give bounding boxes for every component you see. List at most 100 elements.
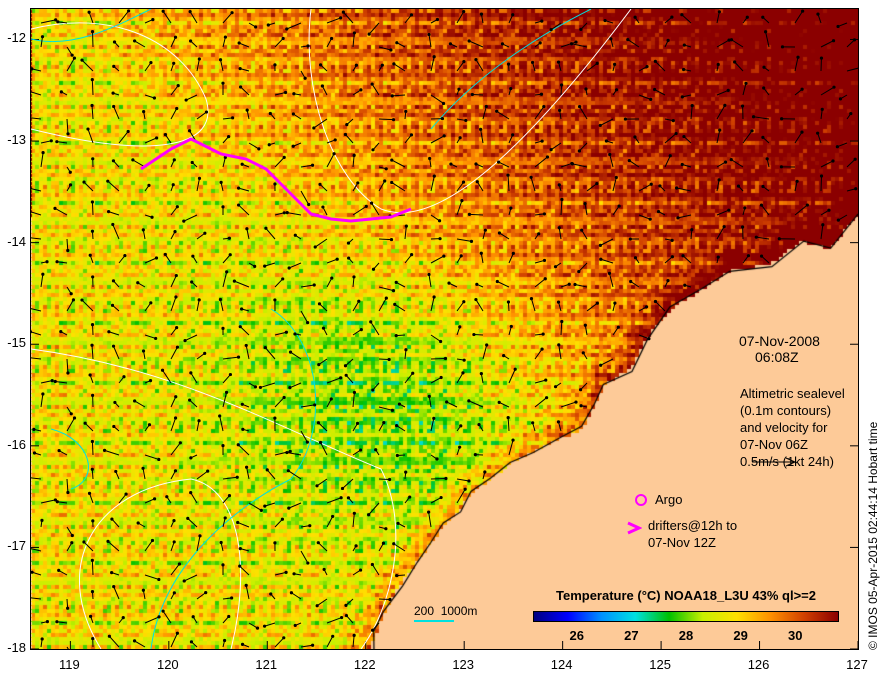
velocity-arrow-head [31,67,34,71]
velocity-arrow [109,635,120,648]
velocity-arrow-head [122,375,126,379]
velocity-arrow-head [221,326,225,330]
velocity-arrow-head [427,272,431,277]
velocity-arrow-head [599,363,603,367]
velocity-arrow-head [111,344,116,348]
velocity-arrow [260,382,276,388]
velocity-arrow-head [339,496,343,500]
velocity-arrow-head [506,300,511,304]
velocity-arrow [326,153,335,168]
velocity-arrow-head [265,468,269,472]
velocity-arrow-head [458,325,462,329]
velocity-arrow-head [445,400,449,404]
velocity-arrow [248,502,262,511]
velocity-arrow-head [540,347,544,351]
velocity-arrow-head [90,558,94,562]
velocity-arrow-head [616,325,620,329]
lon-tick-label: 122 [353,657,376,672]
velocity-arrow-head [240,402,244,406]
velocity-arrow-head [801,9,805,13]
velocity-arrow-head [45,260,49,264]
velocity-arrow-head [343,364,348,368]
velocity-arrow [430,477,446,480]
velocity-arrow [189,11,198,24]
velocity-arrow-head [141,228,145,232]
velocity-arrow-head [316,541,320,545]
colorbar-tick-label: 30 [788,628,803,643]
velocity-arrow [716,89,729,96]
velocity-arrow-head [114,469,118,474]
velocity-arrow-head [131,158,135,162]
velocity-arrow-head [653,59,657,63]
velocity-arrow-head [467,399,471,403]
velocity-arrow-head [723,160,728,164]
velocity-arrow-head [41,151,45,155]
velocity-arrow-head [577,269,581,274]
velocity-arrow [91,345,94,360]
velocity-arrow [378,46,392,51]
sst-map[interactable] [30,8,859,650]
velocity-arrow-head [254,25,258,29]
velocity-arrow-head [617,204,621,208]
velocity-arrow [716,226,725,240]
velocity-arrow-head [359,328,363,332]
depth-scale-label: 200 1000m [414,604,478,618]
velocity-arrow [731,39,744,48]
velocity-arrow [609,154,614,168]
velocity-arrow [326,636,334,648]
velocity-arrow-head [161,609,165,613]
velocity-arrow-head [529,175,533,179]
velocity-arrow-head [186,516,190,520]
velocity-arrow-head [656,209,661,214]
velocity-arrow-head [197,176,202,180]
velocity-arrow [716,39,730,48]
velocity-arrow-head [83,421,87,425]
velocity-arrow-head [370,562,374,567]
velocity-arrow [677,214,692,219]
velocity-arrow-head [740,104,745,108]
velocity-arrow [498,401,510,408]
velocity-arrow-head [553,385,558,389]
velocity-arrow-head [607,271,612,275]
velocity-arrow [31,331,42,336]
velocity-arrow-head [230,596,234,600]
velocity-arrow-head [649,97,653,101]
velocity-arrow-head [238,564,242,568]
velocity-arrow-head [579,27,583,31]
velocity-arrow-head [31,330,33,334]
velocity-arrow [238,204,250,216]
velocity-arrow-head [765,157,769,161]
velocity-arrow [300,404,315,408]
velocity-arrow-head [627,158,631,163]
velocity-arrow-head [91,393,95,397]
velocity-arrow-head [409,13,414,17]
velocity-arrow-head [311,643,315,647]
velocity-arrow [507,417,510,432]
velocity-arrow-head [743,206,747,210]
velocity-arrow-head [72,56,77,60]
velocity-arrow [629,160,640,168]
velocity-arrow [170,37,176,48]
velocity-arrow-head [759,254,764,258]
velocity-arrow-head [540,19,544,23]
velocity-arrow-head [603,18,607,23]
velocity-arrow-head [604,139,609,143]
velocity-arrow-head [188,398,192,402]
velocity-arrow-head [269,592,273,596]
velocity-arrow-head [460,199,464,203]
velocity-arrow-head [221,81,225,85]
velocity-arrow-head [90,103,94,108]
drifter-track [140,137,412,223]
velocity-arrow-head [90,323,95,327]
velocity-arrow-head [111,159,116,163]
velocity-arrow-head [89,614,93,618]
velocity-arrow-head [371,148,375,152]
velocity-arrow [170,108,178,120]
velocity-arrow-head [171,183,175,187]
velocity-arrow [66,57,75,72]
velocity-arrow-head [718,128,722,132]
velocity-arrow-head [317,302,322,306]
velocity-arrow-head [469,239,474,243]
velocity-arrow-head [682,67,686,72]
velocity-arrow [560,321,563,336]
